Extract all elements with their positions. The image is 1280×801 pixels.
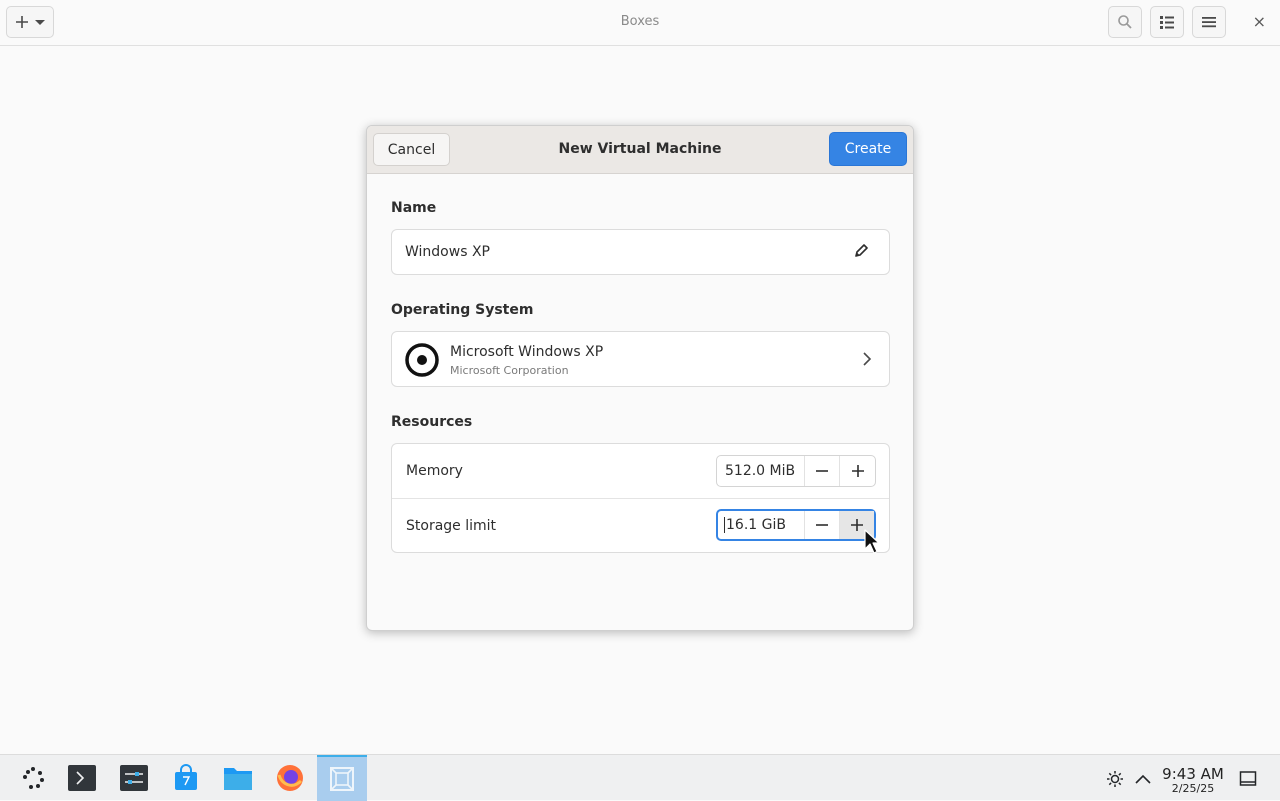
chevron-up-icon[interactable]	[1134, 771, 1152, 790]
window-close-button[interactable]: ×	[1253, 12, 1266, 31]
settings-sliders-icon	[120, 765, 148, 791]
app-title: Boxes	[620, 14, 660, 29]
memory-increase-button[interactable]	[839, 456, 875, 486]
plus-icon	[850, 519, 863, 531]
minus-icon	[815, 524, 828, 526]
memory-label: Memory	[406, 463, 463, 479]
firefox-icon	[277, 765, 303, 791]
storage-decrease-button[interactable]	[805, 511, 839, 539]
new-vm-dialog: Cancel New Virtual Machine Create Name W…	[366, 125, 914, 631]
os-selector[interactable]: Microsoft Windows XP Microsoft Corporati…	[391, 331, 890, 387]
minus-icon	[816, 470, 829, 472]
storage-input[interactable]: 16.1 GiB	[718, 511, 805, 539]
taskbar-file-manager[interactable]	[213, 755, 263, 801]
resources-list: Memory 512.0 MiB Storage limit 16.1 GiB	[391, 443, 890, 553]
create-button[interactable]: Create	[829, 132, 907, 166]
storage-row: Storage limit 16.1 GiB	[392, 499, 889, 553]
name-section-label: Name	[391, 200, 437, 216]
resources-section-label: Resources	[391, 414, 473, 430]
taskbar-terminal[interactable]	[57, 755, 107, 801]
name-value: Windows XP	[405, 244, 490, 260]
shopping-bag-icon	[175, 764, 197, 790]
taskbar-system-settings[interactable]	[109, 755, 159, 801]
clock-time[interactable]: 9:43 AM	[1160, 765, 1226, 783]
memory-stepper[interactable]: 512.0 MiB	[716, 455, 876, 487]
memory-row: Memory 512.0 MiB	[392, 444, 889, 499]
list-view-icon	[1160, 16, 1174, 29]
hamburger-menu-icon	[1202, 17, 1216, 28]
plus-icon	[851, 465, 864, 477]
os-logo-icon	[405, 343, 439, 381]
boxes-icon	[330, 767, 354, 791]
name-field[interactable]: Windows XP	[391, 229, 890, 275]
folder-icon	[224, 768, 252, 790]
app-launcher-icon	[23, 767, 44, 789]
os-vendor: Microsoft Corporation	[450, 364, 569, 377]
taskbar-discover[interactable]	[161, 755, 211, 801]
memory-input[interactable]: 512.0 MiB	[717, 456, 805, 486]
terminal-icon	[68, 765, 96, 791]
chevron-right-icon	[861, 351, 873, 370]
search-icon	[1118, 15, 1132, 29]
os-name: Microsoft Windows XP	[450, 344, 604, 360]
taskbar-boxes[interactable]	[317, 755, 367, 801]
text-caret	[724, 517, 725, 533]
app-launcher-button[interactable]	[8, 755, 58, 801]
taskbar-firefox[interactable]	[265, 755, 315, 801]
storage-value: 16.1 GiB	[726, 517, 786, 533]
mouse-cursor-icon	[864, 529, 880, 554]
view-toggle-button[interactable]	[1150, 6, 1184, 38]
show-desktop-icon[interactable]	[1239, 770, 1257, 792]
taskbar: 9:43 AM 2/25/25	[0, 754, 1280, 801]
pencil-icon[interactable]	[853, 243, 869, 263]
app-headerbar: Boxes ×	[0, 0, 1280, 46]
brightness-icon[interactable]	[1106, 770, 1124, 792]
storage-stepper[interactable]: 16.1 GiB	[716, 509, 876, 541]
storage-label: Storage limit	[406, 518, 497, 534]
main-menu-button[interactable]	[1192, 6, 1226, 38]
dialog-header: Cancel New Virtual Machine Create	[367, 126, 913, 174]
search-button[interactable]	[1108, 6, 1142, 38]
memory-decrease-button[interactable]	[805, 456, 840, 486]
clock-date[interactable]: 2/25/25	[1160, 782, 1226, 795]
os-section-label: Operating System	[391, 302, 534, 318]
